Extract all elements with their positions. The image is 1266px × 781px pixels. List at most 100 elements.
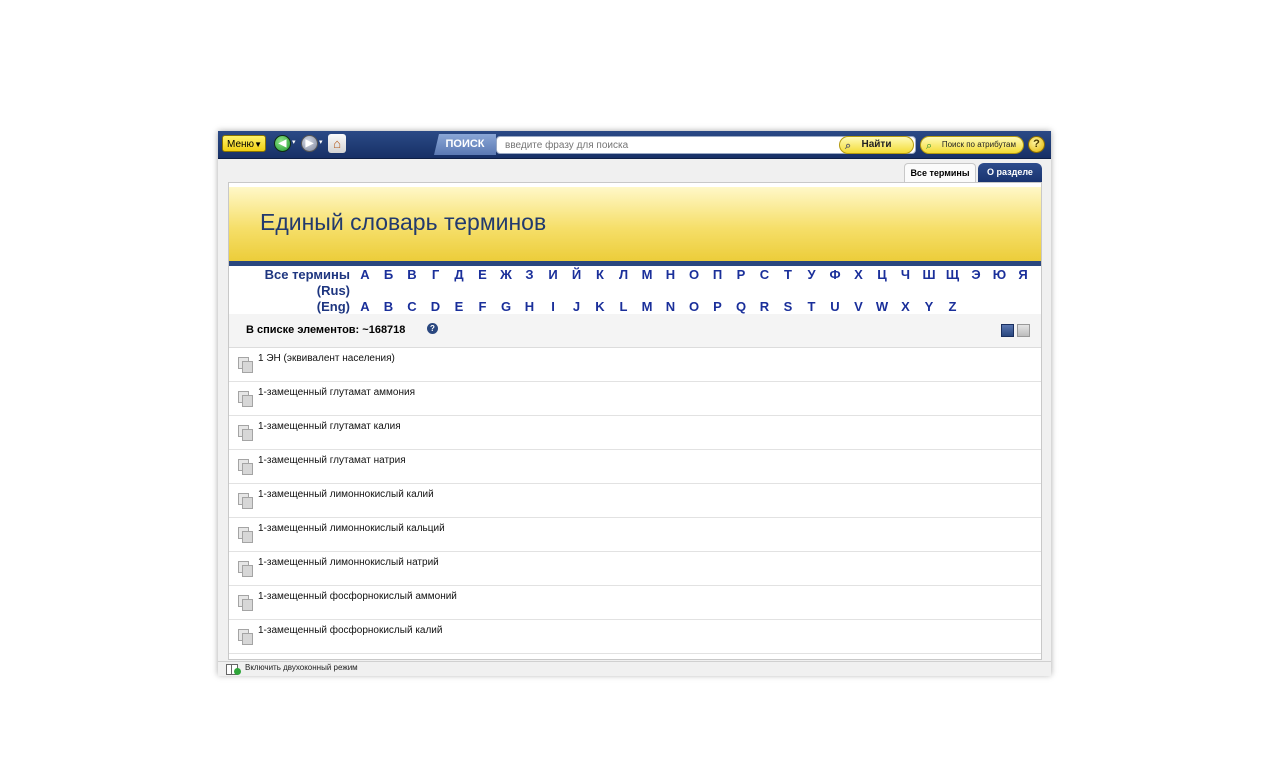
eng-letter-link[interactable]: I [544, 299, 562, 314]
find-label: Найти [861, 139, 892, 150]
eng-letter-link[interactable]: Z [944, 299, 962, 314]
eng-letter-link[interactable]: J [568, 299, 586, 314]
rus-letter-link[interactable]: Ч [897, 267, 915, 282]
eng-letter-link[interactable]: X [897, 299, 915, 314]
back-button[interactable]: ◀ [274, 135, 291, 152]
list-item[interactable]: 1-замещенный глутамат калия [229, 416, 1041, 450]
list-item[interactable]: 1-замещенный лимоннокислый калий [229, 484, 1041, 518]
eng-letter-link[interactable]: P [709, 299, 727, 314]
grid-view-icon[interactable] [1017, 324, 1030, 337]
eng-letter-link[interactable]: B [380, 299, 398, 314]
rus-letter-link[interactable]: В [403, 267, 421, 282]
term-label: 1-замещенный глутамат калия [258, 421, 401, 432]
rus-letter-link[interactable]: К [591, 267, 609, 282]
document-icon [238, 629, 253, 645]
rus-letter-link[interactable]: Э [967, 267, 985, 282]
term-label: 1-замещенный глутамат натрия [258, 455, 406, 466]
rus-label: (Rus) [316, 283, 350, 298]
rus-letter-link[interactable]: Ц [873, 267, 891, 282]
rus-letter-link[interactable]: Й [568, 267, 586, 282]
eng-letter-link[interactable]: F [474, 299, 492, 314]
rus-letter-link[interactable]: Н [662, 267, 680, 282]
rus-letter-link[interactable]: Г [427, 267, 445, 282]
rus-letter-link[interactable]: Ж [497, 267, 515, 282]
eng-letter-link[interactable]: H [521, 299, 539, 314]
eng-letter-link[interactable]: E [450, 299, 468, 314]
eng-letter-link[interactable]: C [403, 299, 421, 314]
eng-letter-link[interactable]: K [591, 299, 609, 314]
eng-letter-link[interactable]: D [427, 299, 445, 314]
list-item[interactable]: 1-замещенный глутамат аммония [229, 382, 1041, 416]
rus-letter-link[interactable]: З [521, 267, 539, 282]
rus-letter-link[interactable]: Р [732, 267, 750, 282]
menu-label: Меню [227, 139, 255, 150]
rus-letter-link[interactable]: П [709, 267, 727, 282]
list-item[interactable]: 1-замещенный лимоннокислый натрий [229, 552, 1041, 586]
document-icon [238, 595, 253, 611]
eng-letter-link[interactable]: Y [920, 299, 938, 314]
eng-letter-link[interactable]: Q [732, 299, 750, 314]
eng-letter-link[interactable]: A [356, 299, 374, 314]
document-icon [238, 459, 253, 475]
home-button[interactable]: ⌂ [328, 134, 346, 153]
help-button[interactable]: ? [1028, 136, 1045, 153]
rus-letter-link[interactable]: Ф [826, 267, 844, 282]
eng-letter-link[interactable]: R [756, 299, 774, 314]
term-label: 1 ЭН (эквивалент населения) [258, 353, 395, 364]
document-icon [238, 493, 253, 509]
rus-letter-link[interactable]: У [803, 267, 821, 282]
menu-button[interactable]: Меню ▼ [222, 135, 266, 152]
eng-letter-link[interactable]: N [662, 299, 680, 314]
rus-letter-link[interactable]: Т [779, 267, 797, 282]
status-bar: Включить двухоконный режим [218, 661, 1051, 676]
forward-history-dropdown-icon[interactable]: ▾ [319, 139, 324, 146]
eng-letter-link[interactable]: O [685, 299, 703, 314]
app-window: Меню ▼ ◀ ▾ ▶ ▾ ⌂ ПОИСК ⌕ Найти ⌕ Поиск п… [218, 131, 1051, 676]
rus-letter-link[interactable]: М [638, 267, 656, 282]
attribute-search-button[interactable]: ⌕ Поиск по атрибутам [920, 136, 1024, 154]
list-item[interactable]: 1-замещенный фосфорнокислый аммоний [229, 586, 1041, 620]
rus-letter-link[interactable]: Ш [920, 267, 938, 282]
dual-window-icon[interactable] [226, 664, 241, 675]
list-view-icon[interactable] [1001, 324, 1014, 337]
back-history-dropdown-icon[interactable]: ▾ [292, 139, 297, 146]
eng-letter-link[interactable]: M [638, 299, 656, 314]
rus-letter-link[interactable]: О [685, 267, 703, 282]
list-item[interactable]: 1 ЭН (эквивалент населения) [229, 348, 1041, 382]
list-item[interactable]: 1-замещенный глутамат натрия [229, 450, 1041, 484]
rus-letter-link[interactable]: Б [380, 267, 398, 282]
page-title: Единый словарь терминов [260, 209, 547, 235]
find-button[interactable]: ⌕ Найти [839, 136, 914, 154]
eng-letter-link[interactable]: T [803, 299, 821, 314]
document-icon [238, 425, 253, 441]
rus-letter-link[interactable]: Я [1014, 267, 1032, 282]
tab-all-terms[interactable]: Все термины [904, 163, 976, 182]
rus-letter-link[interactable]: С [756, 267, 774, 282]
tab-about-section[interactable]: О разделе [978, 163, 1042, 182]
list-item[interactable]: 1-замещенный лимоннокислый кальций [229, 518, 1041, 552]
rus-letter-link[interactable]: Щ [944, 267, 962, 282]
term-label: 1-замещенный лимоннокислый кальций [258, 523, 445, 534]
rus-letter-link[interactable]: А [356, 267, 374, 282]
eng-letter-link[interactable]: S [779, 299, 797, 314]
rus-letter-link[interactable]: Е [474, 267, 492, 282]
rus-letter-link[interactable]: Х [850, 267, 868, 282]
eng-letter-link[interactable]: W [873, 299, 891, 314]
eng-letter-link[interactable]: U [826, 299, 844, 314]
rus-letter-link[interactable]: И [544, 267, 562, 282]
attribute-search-label: Поиск по атрибутам [941, 140, 1016, 149]
list-item[interactable]: 1-замещенный фосфорнокислый калий [229, 620, 1041, 654]
eng-letter-link[interactable]: L [615, 299, 633, 314]
rus-letter-link[interactable]: Л [615, 267, 633, 282]
eng-letter-link[interactable]: G [497, 299, 515, 314]
help-icon[interactable]: ? [427, 323, 438, 334]
forward-button[interactable]: ▶ [301, 135, 318, 152]
all-terms-link[interactable]: Все термины [229, 267, 350, 282]
rus-letter-link[interactable]: Д [450, 267, 468, 282]
dual-window-toggle[interactable]: Включить двухоконный режим [245, 663, 358, 672]
eng-letter-link[interactable]: V [850, 299, 868, 314]
search-tab[interactable]: ПОИСК [434, 134, 496, 155]
attribute-search-icon: ⌕ [926, 140, 933, 152]
rus-letter-link[interactable]: Ю [991, 267, 1009, 282]
term-label: 1-замещенный фосфорнокислый калий [258, 625, 443, 636]
